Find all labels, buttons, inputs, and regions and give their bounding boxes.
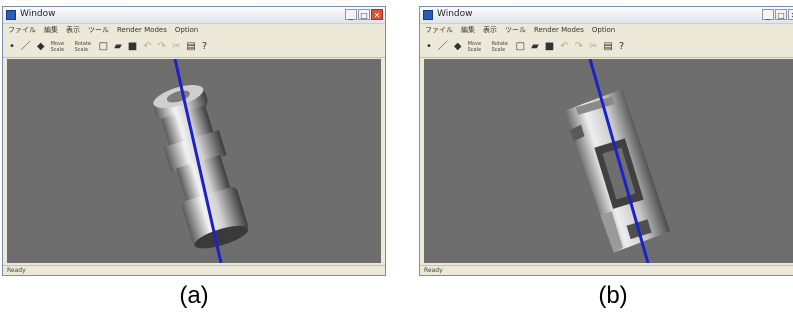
- redo-icon[interactable]: ↷: [575, 41, 583, 52]
- app-icon: [6, 10, 16, 20]
- menu-bar: ファイル 編集 表示 ツール Render Modes Option: [420, 24, 793, 36]
- maximize-button[interactable]: □: [775, 9, 787, 20]
- menu-file[interactable]: ファイル: [8, 24, 36, 36]
- help-icon[interactable]: ?: [619, 41, 624, 52]
- pointer-icon[interactable]: •: [9, 41, 15, 52]
- window-controls: _ □ ✕: [345, 9, 383, 20]
- toolbar: • ／ ◆ Move Scale Rotate Scale □ ▰ ■ ↶ ↷ …: [3, 36, 385, 58]
- status-bar: Ready: [420, 265, 793, 275]
- menu-option[interactable]: Option: [592, 24, 615, 36]
- figure-caption: (a): [179, 282, 209, 309]
- new-file-icon[interactable]: □: [516, 41, 525, 52]
- menu-view[interactable]: 表示: [483, 24, 497, 36]
- close-button[interactable]: ✕: [788, 9, 793, 20]
- undo-icon[interactable]: ↶: [143, 41, 151, 52]
- 3d-viewport[interactable]: [7, 59, 381, 263]
- panel-a: Window _ □ ✕ ファイル 編集 表示 ツール Render Modes…: [0, 0, 388, 320]
- title-bar[interactable]: Window _ □ ✕: [3, 7, 385, 24]
- toolbar: • ／ ◆ Move Scale Rotate Scale □ ▰ ■ ↶ ↷ …: [420, 36, 793, 58]
- pen-icon[interactable]: ／: [21, 41, 31, 52]
- close-button[interactable]: ✕: [371, 9, 383, 20]
- title-bar[interactable]: Window _ □ ✕: [420, 7, 793, 24]
- menu-edit[interactable]: 編集: [461, 24, 475, 36]
- window-title: Window: [20, 9, 56, 19]
- print-icon[interactable]: ▤: [186, 41, 195, 52]
- menu-view[interactable]: 表示: [66, 24, 80, 36]
- open-folder-icon[interactable]: ▰: [114, 41, 122, 52]
- maximize-button[interactable]: □: [358, 9, 370, 20]
- menu-edit[interactable]: 編集: [44, 24, 58, 36]
- transform-rotate-scale[interactable]: Rotate Scale: [75, 41, 93, 53]
- menu-option[interactable]: Option: [175, 24, 198, 36]
- cut-cylinder-model: [564, 88, 671, 253]
- redo-icon[interactable]: ↷: [158, 41, 166, 52]
- minimize-button[interactable]: _: [345, 9, 357, 20]
- transform-move-scale[interactable]: Move Scale: [468, 41, 486, 53]
- menu-tools[interactable]: ツール: [505, 24, 526, 36]
- app-icon: [423, 10, 433, 20]
- transform-rotate-scale[interactable]: Rotate Scale: [492, 41, 510, 53]
- minimize-button[interactable]: _: [762, 9, 774, 20]
- 3d-viewport[interactable]: [424, 59, 793, 263]
- undo-icon[interactable]: ↶: [560, 41, 568, 52]
- save-icon[interactable]: ■: [545, 41, 554, 52]
- help-icon[interactable]: ?: [202, 41, 207, 52]
- window-controls: _ □ ✕: [762, 9, 793, 20]
- cut-icon[interactable]: ✂: [172, 41, 180, 52]
- status-bar: Ready: [3, 265, 385, 275]
- save-icon[interactable]: ■: [128, 41, 137, 52]
- open-folder-icon[interactable]: ▰: [531, 41, 539, 52]
- cube-icon[interactable]: ◆: [454, 41, 462, 52]
- menu-render-modes[interactable]: Render Modes: [534, 24, 584, 36]
- new-file-icon[interactable]: □: [99, 41, 108, 52]
- menu-file[interactable]: ファイル: [425, 24, 453, 36]
- menu-bar: ファイル 編集 表示 ツール Render Modes Option: [3, 24, 385, 36]
- pointer-icon[interactable]: •: [426, 41, 432, 52]
- figure-caption: (b): [598, 282, 628, 309]
- model-render: [153, 59, 249, 263]
- panel-b: Window _ □ ✕ ファイル 編集 表示 ツール Render Modes…: [403, 0, 793, 320]
- app-window-a: Window _ □ ✕ ファイル 編集 表示 ツール Render Modes…: [2, 6, 386, 276]
- pen-icon[interactable]: ／: [438, 41, 448, 52]
- print-icon[interactable]: ▤: [603, 41, 612, 52]
- menu-render-modes[interactable]: Render Modes: [117, 24, 167, 36]
- model-render: [564, 59, 671, 263]
- window-title: Window: [437, 9, 473, 19]
- cut-icon[interactable]: ✂: [589, 41, 597, 52]
- app-window-b: Window _ □ ✕ ファイル 編集 表示 ツール Render Modes…: [419, 6, 793, 276]
- menu-tools[interactable]: ツール: [88, 24, 109, 36]
- cube-icon[interactable]: ◆: [37, 41, 45, 52]
- transform-move-scale[interactable]: Move Scale: [51, 41, 69, 53]
